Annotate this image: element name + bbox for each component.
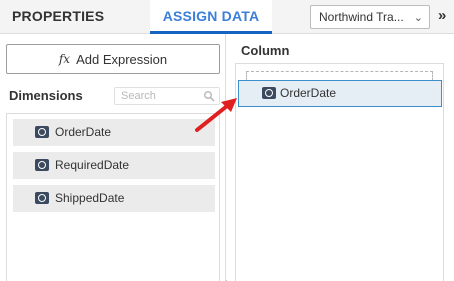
chevron-down-icon: ⌄ xyxy=(413,12,423,24)
dimensions-panel: fx Add Expression Dimensions Search Orde… xyxy=(0,34,226,281)
date-field-icon xyxy=(35,159,49,171)
list-item[interactable]: OrderDate xyxy=(13,119,215,146)
date-field-icon xyxy=(35,192,49,204)
list-item[interactable]: ShippedDate xyxy=(13,185,215,212)
panel-header: PROPERTIES ASSIGN DATA Northwind Tra... … xyxy=(0,0,454,34)
add-expression-button[interactable]: fx Add Expression xyxy=(6,44,220,74)
dimensions-title: Dimensions xyxy=(9,88,83,103)
list-item-label: OrderDate xyxy=(55,125,112,139)
function-icon: fx xyxy=(58,52,71,66)
search-placeholder: Search xyxy=(121,90,156,102)
list-item-label: RequiredDate xyxy=(55,158,130,172)
tab-assign-data[interactable]: ASSIGN DATA xyxy=(150,0,272,34)
add-expression-label: Add Expression xyxy=(76,51,168,67)
tab-properties[interactable]: PROPERTIES xyxy=(12,0,104,34)
column-drop-area[interactable]: OrderDate xyxy=(235,63,444,281)
list-item[interactable]: RequiredDate xyxy=(13,152,215,179)
dimensions-list: OrderDate RequiredDate ShippedDate xyxy=(6,113,220,281)
column-item[interactable]: OrderDate xyxy=(238,80,442,107)
datasource-select[interactable]: Northwind Tra... ⌄ xyxy=(310,5,430,29)
column-panel: Column OrderDate xyxy=(227,34,454,281)
datasource-select-value: Northwind Tra... xyxy=(319,10,404,24)
double-chevron-right-icon: » xyxy=(438,7,447,24)
date-field-icon xyxy=(262,87,276,99)
collapse-panel-button[interactable]: » xyxy=(438,6,454,28)
column-item-label: OrderDate xyxy=(280,86,337,100)
column-title: Column xyxy=(241,43,290,58)
list-item-label: ShippedDate xyxy=(55,191,125,205)
drag-arrow-icon xyxy=(195,98,237,132)
date-field-icon xyxy=(35,126,49,138)
